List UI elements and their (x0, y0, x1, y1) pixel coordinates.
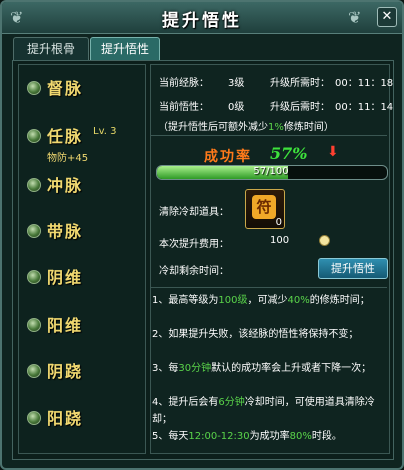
after-time-value: 00：11：14 (335, 102, 394, 113)
upgrade-time-label: 升级所需时： (270, 78, 330, 89)
current-insight-label: 当前悟性： (159, 102, 209, 113)
meridian-item-yinqiao[interactable]: 阴跷 (19, 352, 145, 392)
meridian-orb-icon (27, 318, 41, 332)
meridian-name: 带脉 (47, 222, 84, 241)
scroll-token-icon: 符 (252, 195, 276, 219)
rule-4: 4、提升后会有6分钟冷却时间，可使用道具清除冷却； (152, 397, 375, 425)
cooldown-remaining-label: 冷却剩余时间： (159, 266, 229, 277)
meridian-item-yinwei[interactable]: 阴维 (19, 258, 145, 298)
current-meridian-label: 当前经脉： (159, 78, 209, 89)
success-rate-value: 57% (270, 144, 308, 163)
rule-2: 2、如果提升失败，该经脉的悟性将保持不变； (152, 329, 359, 340)
meridian-item-ren[interactable]: 任脉 Lv. 3 物防+45 (19, 117, 145, 165)
right-ornament-icon: ❦ (348, 8, 362, 27)
tab-root-bone[interactable]: 提升根骨 (13, 37, 89, 61)
silver-coin-icon (319, 235, 330, 246)
upgrade-time-value: 00：11：18 (335, 78, 394, 89)
rule-5: 5、每天12:00-12:30为成功率80%时段。 (152, 431, 342, 442)
cooldown-item-slot[interactable]: 符 0 (245, 189, 285, 229)
tab-insight[interactable]: 提升悟性 (90, 37, 160, 61)
meridian-bonus: 物防+45 (47, 153, 89, 164)
cooldown-item-label: 清除冷却道具： (159, 207, 229, 218)
close-button[interactable]: ✕ (377, 7, 397, 27)
meridian-orb-icon (27, 178, 41, 192)
meridian-name: 阳跷 (47, 409, 84, 428)
meridian-list: 督脉 任脉 Lv. 3 物防+45 冲脉 带脉 阴维 阳维 阴跷 阳跷 (18, 64, 146, 454)
meridian-item-du[interactable]: 督脉 (19, 69, 145, 109)
current-insight-value: 0级 (228, 102, 245, 113)
success-rate-label: 成功率 (204, 149, 252, 165)
meridian-name: 冲脉 (47, 176, 84, 195)
meridian-item-dai[interactable]: 带脉 (19, 212, 145, 252)
upgrade-insight-button[interactable]: 提升悟性 (318, 258, 388, 279)
meridian-name: 阴维 (47, 268, 84, 287)
meridian-name: 阳维 (47, 316, 84, 335)
insight-note: （提升悟性后可额外减少1%修炼时间） (158, 122, 334, 133)
meridian-item-chong[interactable]: 冲脉 (19, 166, 145, 206)
meridian-orb-icon (27, 270, 41, 284)
cost-label: 本次提升费用： (159, 239, 229, 250)
meridian-item-yangqiao[interactable]: 阳跷 (19, 399, 145, 439)
meridian-orb-icon (27, 364, 41, 378)
title-bar[interactable]: ❦ 提升悟性 ❦ ✕ (2, 2, 402, 34)
item-count: 0 (275, 217, 282, 228)
meridian-orb-icon (27, 411, 41, 425)
meridian-name: 督脉 (47, 79, 84, 98)
meridian-name: 任脉 (47, 127, 84, 146)
meridian-orb-icon (27, 129, 41, 143)
divider (151, 287, 387, 288)
current-meridian-value: 3级 (228, 78, 245, 89)
down-arrow-icon: ⬇ (327, 144, 339, 160)
meridian-orb-icon (27, 224, 41, 238)
rule-3: 3、每30分钟默认的成功率会上升或者下降一次； (152, 363, 372, 374)
meridian-orb-icon (27, 81, 41, 95)
progress-text: 57/100 (253, 166, 289, 177)
divider (151, 135, 387, 136)
after-time-label: 升级后需时： (270, 102, 330, 113)
meridian-level: Lv. 3 (93, 126, 117, 137)
meridian-item-yangwei[interactable]: 阳维 (19, 306, 145, 346)
rule-1: 1、最高等级为100级，可减少40%的修炼时间； (152, 295, 370, 306)
window-title: 提升悟性 (162, 11, 242, 31)
meridian-name: 阴跷 (47, 362, 84, 381)
cost-value: 100 (270, 235, 290, 246)
